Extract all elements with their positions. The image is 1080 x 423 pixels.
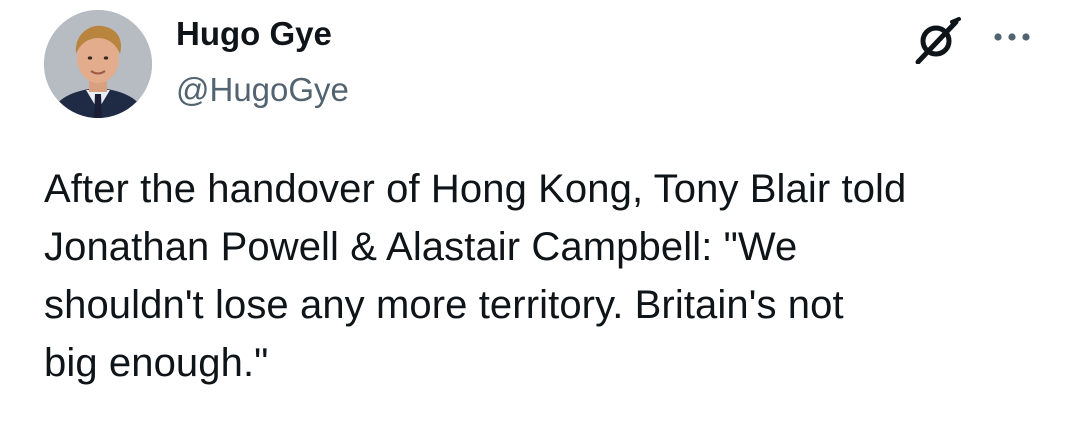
avatar-image bbox=[44, 10, 152, 118]
more-options-icon[interactable] bbox=[990, 22, 1034, 52]
tweet-card: Hugo Gye @HugoGye After the handover of … bbox=[0, 0, 1080, 423]
tweet-text: After the handover of Hong Kong, Tony Bl… bbox=[44, 167, 907, 385]
grok-icon[interactable] bbox=[912, 16, 964, 65]
author-handle[interactable]: @HugoGye bbox=[176, 70, 349, 110]
author-avatar[interactable] bbox=[44, 10, 152, 118]
author-display-name[interactable]: Hugo Gye bbox=[176, 14, 332, 54]
